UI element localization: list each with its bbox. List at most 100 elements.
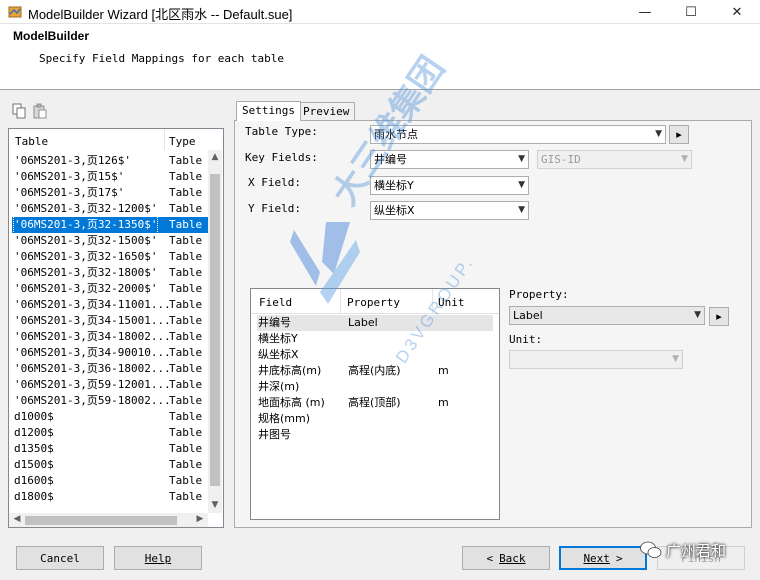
table-row[interactable]: '06MS201-3,页34-11001... Table [12, 297, 208, 313]
next-label: Next [583, 551, 610, 565]
table-row[interactable]: d1500$ Table [12, 457, 208, 473]
wizard-title: ModelBuilder [13, 29, 90, 43]
vertical-scrollbar[interactable]: ▲ ▼ [208, 150, 222, 513]
property-value: Label [513, 309, 543, 322]
wizard-header: ModelBuilder Specify Field Mappings for … [0, 24, 760, 90]
field-row[interactable]: 规格(mm) [257, 411, 493, 427]
table-row[interactable]: '06MS201-3,页17$' Table [12, 185, 208, 201]
property-select[interactable]: Label ▼ [509, 306, 705, 325]
key-fields-label: Key Fields: [245, 151, 318, 164]
table-row[interactable]: '06MS201-3,页34-15001... Table [12, 313, 208, 329]
app-icon [8, 6, 22, 18]
scroll-left-icon[interactable]: ◀ [10, 514, 24, 524]
table-name: d1600$ [14, 474, 54, 487]
tab-settings[interactable]: Settings [236, 101, 301, 121]
field-mapping-grid[interactable]: Field Property Unit 井编号 Label 横坐标Y 纵坐标X 井底标高… [250, 288, 500, 520]
table-row[interactable]: '06MS201-3,页34-18002... Table [12, 329, 208, 345]
table-type: Table [169, 282, 203, 295]
field-row[interactable]: 井底标高(m) 高程(内底) m [257, 363, 493, 379]
scroll-thumb-horizontal[interactable] [25, 516, 177, 525]
table-row[interactable]: '06MS201-3,页59-12001... Table [12, 377, 208, 393]
table-type: Table [169, 442, 203, 455]
scroll-down-icon[interactable]: ▼ [208, 500, 222, 510]
table-name: '06MS201-3,页34-15001... [14, 314, 171, 327]
cancel-button[interactable]: Cancel [16, 546, 104, 570]
field-name: 地面标高 (m) [258, 396, 325, 409]
watermark-logo [290, 222, 360, 304]
scroll-thumb[interactable] [210, 174, 220, 486]
table-row[interactable]: '06MS201-3,页32-1650$' Table [12, 249, 208, 265]
table-row[interactable]: d1800$ Table [12, 489, 208, 505]
horizontal-scrollbar[interactable]: ◀ ▶ [9, 513, 208, 527]
x-field-select[interactable]: 横坐标Y ▼ [370, 176, 529, 195]
minimize-icon[interactable]: — [622, 0, 668, 24]
table-row[interactable]: '06MS201-3,页32-1350$' Table [12, 216, 208, 234]
table-type: Table [169, 234, 203, 247]
table-type: Table [169, 202, 203, 215]
chevron-down-icon: ▼ [694, 310, 701, 320]
chevron-down-icon: ▼ [518, 205, 525, 215]
table-row[interactable]: d1350$ Table [12, 441, 208, 457]
copy-icon[interactable] [12, 103, 26, 119]
field-row[interactable]: 地面标高 (m) 高程(顶部) m [257, 395, 493, 411]
chevron-down-icon: ▼ [681, 154, 688, 164]
table-row[interactable]: '06MS201-3,页126$' Table [12, 153, 208, 169]
y-field-label: Y Field: [248, 202, 301, 215]
scroll-right-icon[interactable]: ▶ [193, 514, 207, 524]
scroll-up-icon[interactable]: ▲ [208, 152, 222, 162]
title-bar: ModelBuilder Wizard [北区雨水 -- Default.sue… [0, 0, 760, 24]
table-row[interactable]: d1600$ Table [12, 473, 208, 489]
table-row[interactable]: d1200$ Table [12, 425, 208, 441]
column-divider [164, 129, 165, 150]
table-list[interactable]: Table Type '06MS201-3,页126$' Table '06MS20… [8, 128, 224, 528]
next-button[interactable]: Next > [559, 546, 647, 570]
table-row[interactable]: '06MS201-3,页32-1800$' Table [12, 265, 208, 281]
table-type-more-button[interactable]: ▸ [669, 125, 689, 144]
table-row[interactable]: '06MS201-3,页36-18002... Table [12, 361, 208, 377]
table-row[interactable]: '06MS201-3,页15$' Table [12, 169, 208, 185]
back-button[interactable]: < Back [462, 546, 550, 570]
table-type: Table [169, 170, 203, 183]
window-title: ModelBuilder Wizard [北区雨水 -- Default.sue… [28, 7, 293, 22]
chevron-right-icon: ▸ [716, 310, 722, 323]
table-row[interactable]: '06MS201-3,页32-2000$' Table [12, 281, 208, 297]
column-header-field[interactable]: Field [259, 296, 292, 309]
table-row[interactable]: '06MS201-3,页34-90010... Table [12, 345, 208, 361]
table-name: '06MS201-3,页32-1350$' [12, 216, 159, 234]
field-name: 井深(m) [258, 380, 300, 393]
column-header-table[interactable]: Table [15, 135, 48, 148]
field-row[interactable]: 井图号 [257, 427, 493, 443]
property-more-button[interactable]: ▸ [709, 307, 729, 326]
chevron-left-icon: < [486, 551, 494, 565]
y-field-value: 纵坐标X [374, 204, 415, 217]
field-row[interactable]: 纵坐标X [257, 347, 493, 363]
table-row[interactable]: d1000$ Table [12, 409, 208, 425]
field-row[interactable]: 井编号 Label [257, 315, 493, 331]
table-row[interactable]: '06MS201-3,页32-1200$' Table [12, 201, 208, 217]
column-header-type[interactable]: Type [169, 135, 196, 148]
table-name: d1500$ [14, 458, 54, 471]
tab-preview[interactable]: Preview [297, 102, 356, 120]
help-button[interactable]: Help [114, 546, 202, 570]
table-name: d1350$ [14, 442, 54, 455]
back-label: Back [499, 551, 526, 565]
paste-icon[interactable] [33, 103, 47, 119]
y-field-select[interactable]: 纵坐标X ▼ [370, 201, 529, 220]
table-type: Table [169, 154, 203, 167]
field-row[interactable]: 横坐标Y [257, 331, 493, 347]
field-name: 井图号 [258, 428, 291, 441]
wizard-subtitle: Specify Field Mappings for each table [39, 52, 285, 65]
close-icon[interactable]: ✕ [714, 0, 760, 24]
table-type: Table [169, 410, 203, 423]
maximize-icon[interactable]: ☐ [668, 0, 714, 24]
table-type: Table [169, 314, 203, 327]
table-rows: '06MS201-3,页126$' Table '06MS201-3,页15$' Ta… [12, 153, 208, 505]
field-name: 纵坐标X [258, 348, 299, 361]
table-row[interactable]: '06MS201-3,页32-1500$' Table [12, 233, 208, 249]
wechat-icon [640, 541, 662, 558]
table-name: '06MS201-3,页15$' [14, 170, 125, 183]
table-row[interactable]: '06MS201-3,页59-18002... Table [12, 393, 208, 409]
help-label: Help [144, 551, 172, 565]
key-field-2-select: GIS-ID ▼ [537, 150, 692, 169]
field-row[interactable]: 井深(m) [257, 379, 493, 395]
